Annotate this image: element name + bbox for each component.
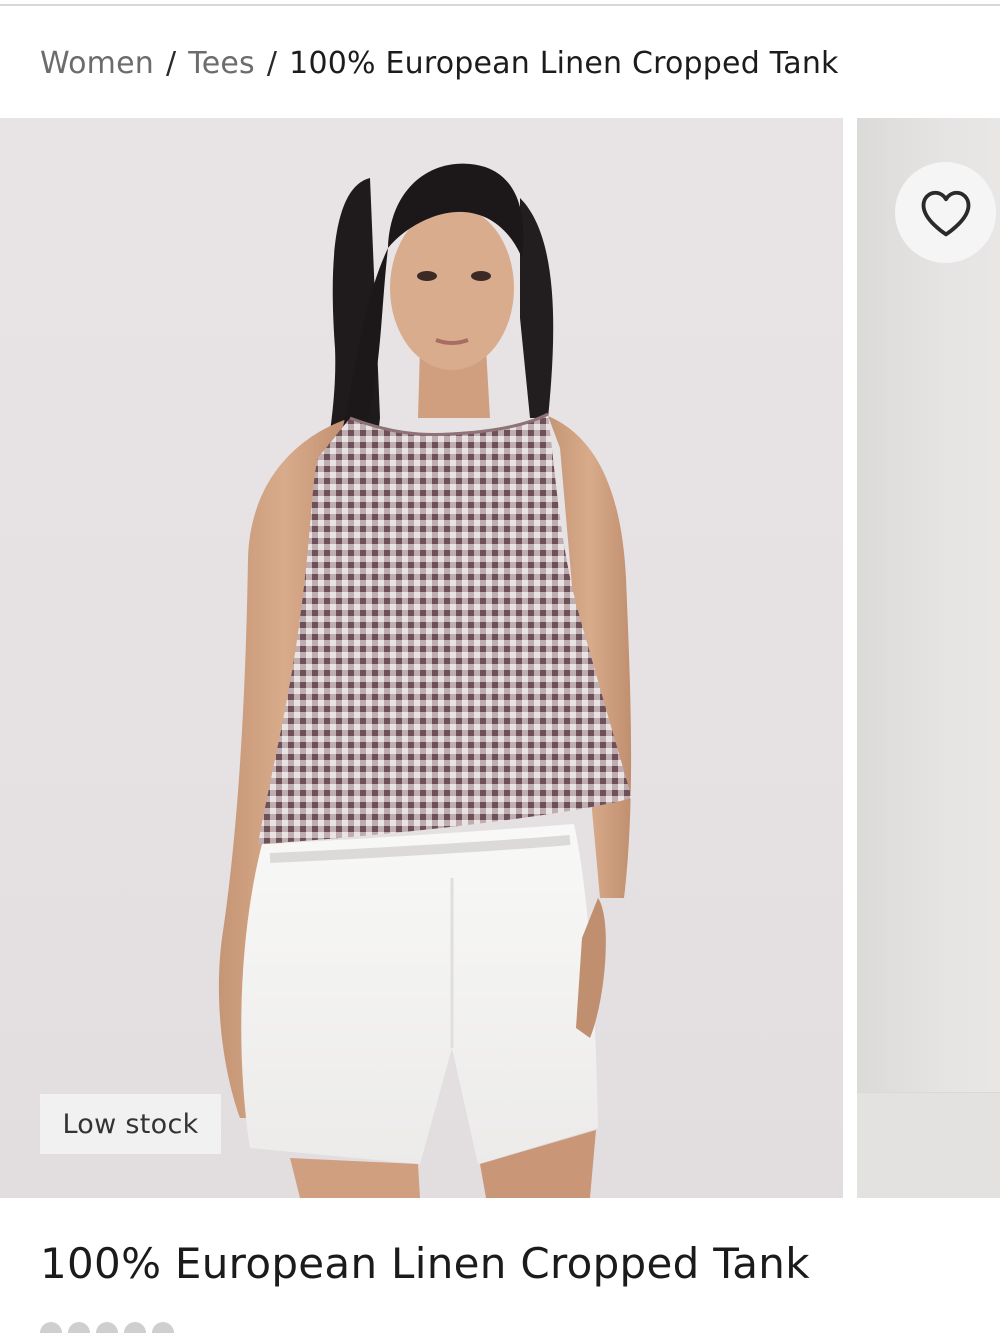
- breadcrumb-tees[interactable]: Tees: [188, 46, 255, 81]
- breadcrumb-women[interactable]: Women: [40, 46, 154, 81]
- star-icon: [40, 1322, 62, 1333]
- rating-stars-partial: [40, 1322, 280, 1333]
- stock-status-badge: Low stock: [40, 1094, 221, 1154]
- breadcrumb: Women / Tees / 100% European Linen Cropped T…: [40, 44, 839, 84]
- breadcrumb-separator: /: [266, 46, 278, 81]
- top-divider: [0, 4, 1000, 6]
- breadcrumb-current: 100% European Linen Cropped Tank: [289, 46, 839, 81]
- product-title: 100% European Linen Cropped Tank: [40, 1239, 810, 1288]
- heart-outline-icon: [921, 190, 970, 236]
- star-icon: [124, 1322, 146, 1333]
- star-icon: [68, 1322, 90, 1333]
- model-photo: [218, 163, 632, 1198]
- star-icon: [96, 1322, 118, 1333]
- breadcrumb-separator: /: [165, 46, 177, 81]
- floor-shadow: [857, 1092, 1000, 1198]
- star-icon: [152, 1322, 174, 1333]
- favorite-button[interactable]: [895, 162, 996, 263]
- product-image-main[interactable]: [0, 118, 843, 1198]
- product-image-next[interactable]: [857, 118, 1000, 1198]
- product-image-carousel[interactable]: [0, 118, 1000, 1198]
